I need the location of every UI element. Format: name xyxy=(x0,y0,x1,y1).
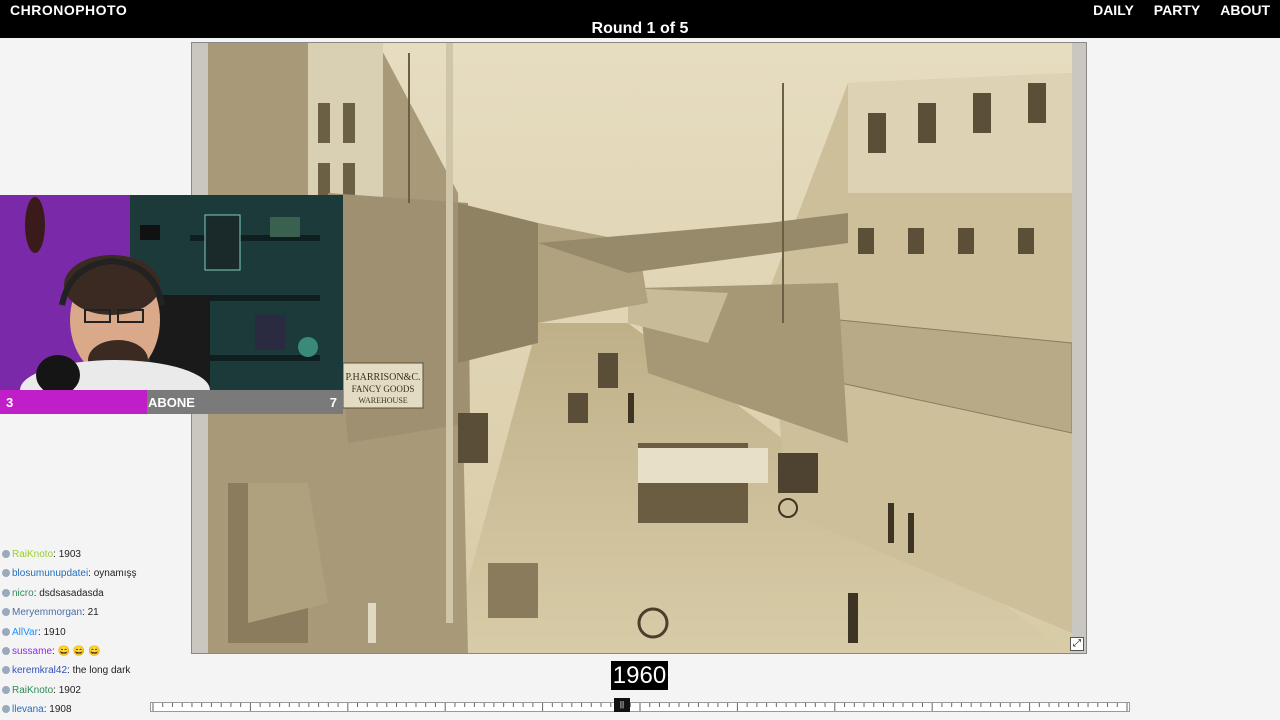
timeline-handle[interactable]: || xyxy=(614,698,630,712)
chat-message: sussame: 😄 😄 😄 xyxy=(2,642,190,661)
chat-text: : 1908 xyxy=(43,704,72,716)
shop-sign-line3: WAREHOUSE xyxy=(358,396,407,405)
chat-username[interactable]: keremkral42 xyxy=(12,665,67,676)
subscriber-goal-fill xyxy=(0,390,148,414)
timeline-ticks xyxy=(152,703,1128,711)
chat-username[interactable]: sussame xyxy=(12,646,52,657)
chat-badge-icon xyxy=(2,569,10,578)
chat-message: nicro: dsdsasadasda xyxy=(2,584,190,603)
chat-badge-icon xyxy=(2,550,10,558)
streamer-webcam xyxy=(0,195,343,390)
chat-message: Meryemmorgan: 21 xyxy=(2,603,190,622)
webcam-feed xyxy=(0,195,343,390)
round-indicator: Round 1 of 5 xyxy=(0,19,1280,38)
chat-text: : 😄 😄 😄 xyxy=(52,646,101,658)
app-logo[interactable]: CHRONOPHOTO xyxy=(10,2,127,18)
chat-text: : dsdsasadasda xyxy=(33,587,104,599)
chat-username[interactable]: AllVar xyxy=(12,627,38,638)
stream-chat: RaiKnoto: 1903 blosumunupdatei: oynamışş n… xyxy=(2,545,190,720)
shop-sign-line1: P.HARRISON&C. xyxy=(345,372,420,383)
chat-username[interactable]: Meryemmorgan xyxy=(12,607,82,618)
year-timeline-slider[interactable]: || xyxy=(150,697,1130,720)
chat-badge-icon xyxy=(2,666,10,675)
year-guess-display: 1960 xyxy=(611,661,668,690)
chat-text: : the long dark xyxy=(67,665,131,677)
main-nav: DAILY PARTY ABOUT xyxy=(1093,2,1270,18)
chat-badge-icon xyxy=(2,627,10,636)
subscriber-goal-bar: 3 ABONE 7 xyxy=(0,390,343,414)
chat-message: blosumunupdatei: oynamışş xyxy=(2,564,190,583)
chat-message: RaiKnoto: 1903 xyxy=(2,545,190,564)
chat-username[interactable]: RaiKnoto xyxy=(12,685,53,696)
shop-sign-line2: FANCY GOODS xyxy=(352,384,415,394)
chat-username[interactable]: blosumunupdatei xyxy=(12,568,88,579)
chat-badge-icon xyxy=(2,705,10,714)
chat-badge-icon xyxy=(2,685,10,694)
chat-message: AllVar: 1910 xyxy=(2,623,190,642)
nav-party[interactable]: PARTY xyxy=(1154,2,1200,18)
chat-badge-icon xyxy=(2,588,10,597)
nav-about[interactable]: ABOUT xyxy=(1220,2,1270,18)
chat-badge-icon xyxy=(2,647,10,656)
subscriber-current-count: 3 xyxy=(6,395,14,410)
chat-message: keremkral42: the long dark xyxy=(2,661,190,680)
chat-username[interactable]: nicro xyxy=(12,588,34,599)
top-bar: CHRONOPHOTO DAILY PARTY ABOUT xyxy=(0,0,1280,19)
chat-text: : oynamışş xyxy=(88,568,137,580)
subscriber-goal-target: 7 xyxy=(329,395,337,410)
chat-username[interactable]: RaiKnoto xyxy=(12,549,53,560)
chat-text: : 1903 xyxy=(53,549,81,560)
chat-badge-icon xyxy=(2,608,10,617)
subscriber-goal-label: ABONE xyxy=(148,395,195,410)
chat-username[interactable]: llevana xyxy=(12,704,44,715)
timeline-track[interactable] xyxy=(150,702,1130,712)
expand-icon[interactable]: ⤢ xyxy=(1070,637,1084,651)
nav-daily[interactable]: DAILY xyxy=(1093,2,1134,18)
chat-text: : 1910 xyxy=(37,626,66,638)
chat-text: : 21 xyxy=(82,607,99,619)
chat-text: : 1902 xyxy=(53,684,81,696)
